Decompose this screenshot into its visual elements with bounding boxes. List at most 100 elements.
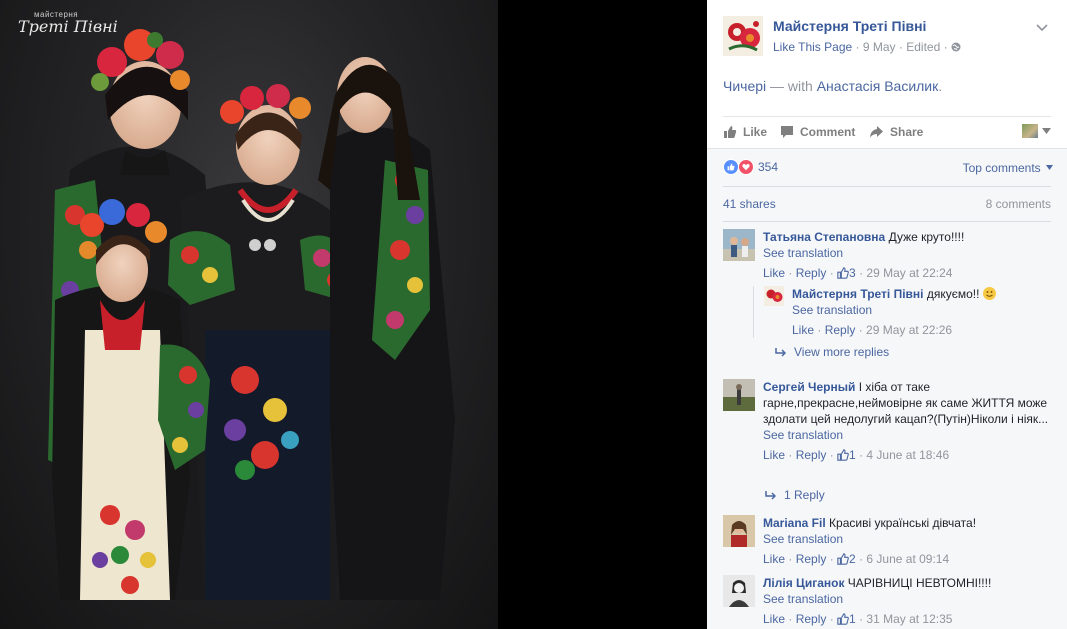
comment-like-link[interactable]: Like [792, 323, 814, 337]
photo-watermark: майстерня Треті Півні [18, 10, 118, 35]
share-label: Share [890, 125, 924, 139]
comment-likes-count[interactable]: 2 [837, 552, 856, 566]
watermark-top: майстерня [34, 10, 79, 19]
comment-author-link[interactable]: Mariana Fil [763, 516, 826, 530]
comment-reply-link[interactable]: Reply [796, 266, 827, 280]
watermark-main: Треті Півні [18, 17, 118, 36]
thumbs-up-icon [837, 613, 849, 625]
comment-reply-link[interactable]: Reply [796, 448, 827, 462]
page-avatar[interactable] [723, 16, 763, 56]
comment-body: Татьяна Степановна Дуже круто!!!! See tr… [763, 229, 1053, 281]
divider [723, 186, 1051, 187]
comment-button[interactable]: Comment [780, 125, 855, 139]
comment-meta: Like · Reply · 29 May at 22:26 [792, 323, 953, 337]
top-comments-label: Top comments [962, 161, 1041, 175]
comment-time[interactable]: 29 May at 22:26 [866, 323, 952, 337]
speech-bubble-icon [781, 126, 793, 138]
view-replies-link[interactable]: 1 Reply [765, 488, 825, 502]
tagged-person-link[interactable]: Анастасія Василик [817, 78, 939, 94]
comment-count-link[interactable]: 8 comments [986, 197, 1051, 211]
view-more-replies-link[interactable]: View more replies [775, 345, 889, 359]
comment-reply-link[interactable]: Reply [825, 323, 856, 337]
view-more-replies-label: View more replies [794, 345, 890, 359]
comment-time[interactable]: 29 May at 22:24 [866, 266, 952, 280]
comment-body: Майстерня Треті Півні дякуємо!! See tran… [792, 286, 1052, 338]
caret-down-icon [1046, 165, 1053, 170]
feedback-section: 354 Top comments 41 shares 8 comments Та… [707, 148, 1067, 629]
comment-time[interactable]: 4 June at 18:46 [866, 448, 949, 462]
comment-text: Дуже круто!!!! [888, 230, 965, 244]
comment-author-link[interactable]: Татьяна Степановна [763, 230, 885, 244]
see-translation-link[interactable]: See translation [792, 302, 1052, 318]
avatar[interactable] [723, 515, 755, 547]
user-avatar [1022, 124, 1038, 138]
chevron-down-icon[interactable] [1035, 20, 1049, 34]
caption-with: — with [766, 78, 817, 94]
like-button[interactable]: Like [723, 125, 767, 139]
see-translation-link[interactable]: See translation [763, 531, 1053, 547]
comment-author-link[interactable]: Сергей Черный [763, 380, 855, 394]
post-header: Майстерня Треті Півні Like This Page · 9… [707, 0, 1067, 64]
caption-end: . [938, 78, 943, 94]
post-photo[interactable]: майстерня Треті Півні [0, 0, 498, 629]
thumbs-up-icon [724, 126, 737, 138]
caption-text: Чичері [723, 78, 767, 94]
avatar[interactable] [764, 286, 784, 306]
top-comments-dropdown[interactable]: Top comments [963, 161, 1053, 175]
comment-author-link[interactable]: Майстерня Треті Півні [792, 287, 924, 301]
reply-arrow-icon [765, 490, 776, 500]
like-reaction-icon [723, 159, 739, 175]
thumbs-up-icon [837, 553, 849, 565]
comment-meta: Like · Reply · 1 · 31 May at 12:35 [763, 612, 953, 626]
comment-likes-count[interactable]: 1 [837, 612, 856, 626]
post-date[interactable]: 9 May [863, 40, 896, 54]
reply-arrow-icon [775, 347, 786, 357]
comment-like-link[interactable]: Like [763, 448, 785, 462]
see-translation-link[interactable]: See translation [763, 427, 1053, 443]
comment-text: ЧАРІВНИЦІ НЕВТОМНІ!!!! [847, 576, 992, 590]
comment-time[interactable]: 6 June at 09:14 [866, 552, 949, 566]
comment-time[interactable]: 31 May at 12:35 [866, 612, 952, 626]
photo-viewer[interactable]: майстерня Треті Півні [0, 0, 707, 629]
comment-body: Лілія Циганок ЧАРІВНИЦІ НЕВТОМНІ!!!! See… [763, 575, 1053, 627]
page-name-link[interactable]: Майстерня Треті Півні [773, 18, 926, 34]
share-button[interactable]: Share [869, 125, 923, 139]
see-translation-link[interactable]: See translation [763, 245, 1053, 261]
reactions-summary[interactable]: 354 [723, 159, 778, 175]
comment-author-link[interactable]: Лілія Циганок [763, 576, 844, 590]
comment-like-link[interactable]: Like [763, 612, 785, 626]
comment-likes-count[interactable]: 1 [837, 448, 856, 462]
thumbs-up-icon [837, 267, 849, 279]
smile-emoji-icon [982, 287, 996, 300]
divider [723, 221, 1051, 222]
see-translation-link[interactable]: See translation [763, 591, 1053, 607]
avatar[interactable] [723, 379, 755, 411]
avatar[interactable] [723, 575, 755, 607]
comment-like-link[interactable]: Like [763, 266, 785, 280]
comment-like-link[interactable]: Like [763, 552, 785, 566]
post-meta: Like This Page · 9 May · Edited · [773, 40, 961, 54]
post-as-selector[interactable] [1022, 124, 1051, 138]
comment-text: Красиві українські дівчата! [829, 516, 977, 530]
caret-down-icon [1042, 128, 1051, 134]
comment-label: Comment [800, 125, 856, 139]
reply-thread: Майстерня Треті Півні дякуємо!! See tran… [753, 286, 1053, 338]
replies-count-label: 1 Reply [784, 488, 825, 502]
reaction-count: 354 [758, 160, 779, 174]
comment-body: Сергей Черный І хіба от таке гарне,прекр… [763, 379, 1053, 463]
meta-dot: · [855, 40, 863, 54]
comment-meta: Like · Reply · 3 · 29 May at 22:24 [763, 266, 953, 280]
comment-meta: Like · Reply · 1 · 4 June at 18:46 [763, 448, 950, 462]
comment-reply-link[interactable]: Reply [796, 612, 827, 626]
globe-icon [951, 42, 961, 52]
comment-reply-link[interactable]: Reply [796, 552, 827, 566]
comment-meta: Like · Reply · 2 · 6 June at 09:14 [763, 552, 950, 566]
share-arrow-icon [870, 126, 883, 138]
avatar[interactable] [723, 229, 755, 261]
edited-label[interactable]: Edited [906, 40, 940, 54]
comment-likes-count[interactable]: 3 [837, 266, 856, 280]
like-label: Like [743, 125, 768, 139]
comment-text: дякуємо!! [926, 287, 980, 301]
shares-link[interactable]: 41 shares [723, 197, 776, 211]
like-page-link[interactable]: Like This Page [773, 40, 852, 54]
